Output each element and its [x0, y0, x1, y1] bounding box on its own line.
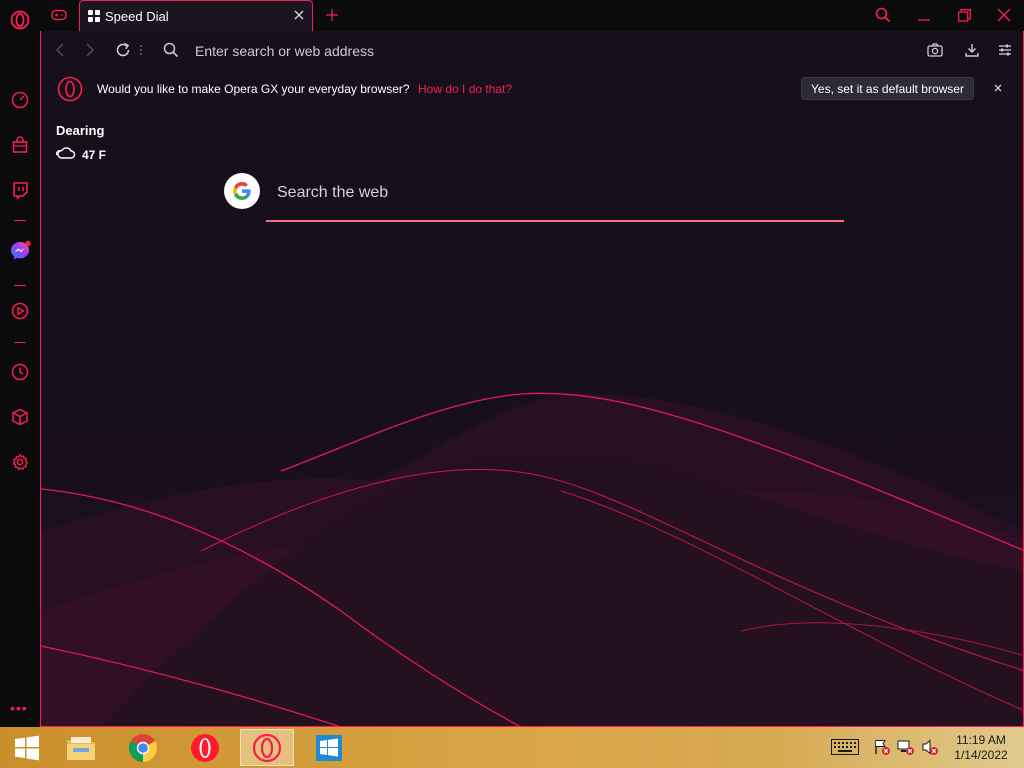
cube-icon[interactable] — [9, 406, 31, 428]
opera-gx-logo-icon — [57, 76, 83, 102]
tab-bar: Speed Dial — [40, 0, 1024, 31]
taskbar: 11:19 AM 1/14/2022 — [0, 727, 1024, 768]
twitch-icon[interactable] — [9, 179, 31, 201]
close-window-icon[interactable] — [994, 5, 1014, 25]
action-center-flag-icon[interactable] — [873, 738, 891, 756]
windows-store-icon[interactable] — [302, 729, 356, 766]
default-browser-banner: Would you like to make Opera GX your eve… — [41, 69, 1023, 111]
forward-icon[interactable] — [81, 41, 99, 59]
sidebar-separator — [14, 342, 26, 343]
set-default-button[interactable]: Yes, set it as default browser — [801, 77, 974, 100]
tab-speed-dial[interactable]: Speed Dial — [79, 0, 313, 31]
new-tab-icon[interactable] — [323, 5, 341, 25]
messenger-icon[interactable] — [9, 240, 31, 262]
address-input[interactable] — [195, 41, 795, 61]
minimize-icon[interactable] — [914, 5, 934, 25]
tab-title: Speed Dial — [105, 9, 169, 24]
restore-icon[interactable] — [954, 5, 974, 25]
google-icon — [224, 173, 260, 209]
clock-time: 11:19 AM — [956, 733, 1006, 747]
file-explorer-icon[interactable] — [54, 729, 108, 766]
opera-gx-taskbar-icon[interactable] — [240, 729, 294, 766]
history-icon[interactable] — [9, 361, 31, 383]
sidebar: ••• — [0, 0, 40, 727]
camera-icon[interactable] — [926, 41, 944, 59]
opera-gx-logo-icon[interactable] — [9, 9, 31, 31]
system-clock[interactable]: 11:19 AM 1/14/2022 — [948, 733, 1014, 763]
download-icon[interactable] — [963, 41, 981, 59]
close-tab-icon[interactable] — [292, 8, 306, 22]
address-divider — [139, 41, 143, 59]
sidebar-separator — [14, 285, 26, 286]
reload-icon[interactable] — [114, 41, 132, 59]
speed-dial-grid-icon — [88, 10, 100, 22]
weather-location[interactable]: Dearing — [56, 123, 104, 138]
chrome-icon[interactable] — [116, 729, 170, 766]
screen: ••• Speed Dial Enter search or web addre… — [0, 0, 1024, 768]
banner-message: Would you like to make Opera GX your eve… — [97, 82, 410, 96]
how-to-link[interactable]: How do I do that? — [418, 82, 512, 96]
easy-setup-icon[interactable] — [996, 41, 1014, 59]
volume-muted-icon[interactable] — [921, 738, 939, 756]
search-underline — [266, 220, 844, 222]
network-icon[interactable] — [897, 738, 915, 756]
search-icon — [162, 41, 180, 59]
web-search-input[interactable] — [266, 179, 844, 207]
gamepad-icon[interactable] — [48, 5, 70, 25]
speedometer-icon[interactable] — [9, 89, 31, 111]
close-banner-icon[interactable] — [992, 82, 1004, 94]
player-icon[interactable] — [9, 300, 31, 322]
shopping-bag-icon[interactable] — [9, 134, 31, 156]
clock-date: 1/14/2022 — [954, 748, 1008, 762]
browser-content: Would you like to make Opera GX your eve… — [40, 31, 1024, 727]
back-icon[interactable] — [51, 41, 69, 59]
more-icon[interactable]: ••• — [10, 700, 28, 716]
weather-temperature: 47 F — [82, 148, 107, 162]
sidebar-separator — [14, 220, 26, 221]
settings-icon[interactable] — [9, 451, 31, 473]
opera-icon[interactable] — [178, 729, 232, 766]
search-tabs-icon[interactable] — [873, 5, 893, 25]
address-bar — [41, 31, 1023, 69]
cloud-icon — [56, 147, 76, 159]
keyboard-icon[interactable] — [830, 738, 860, 756]
start-button-icon[interactable] — [0, 729, 54, 766]
